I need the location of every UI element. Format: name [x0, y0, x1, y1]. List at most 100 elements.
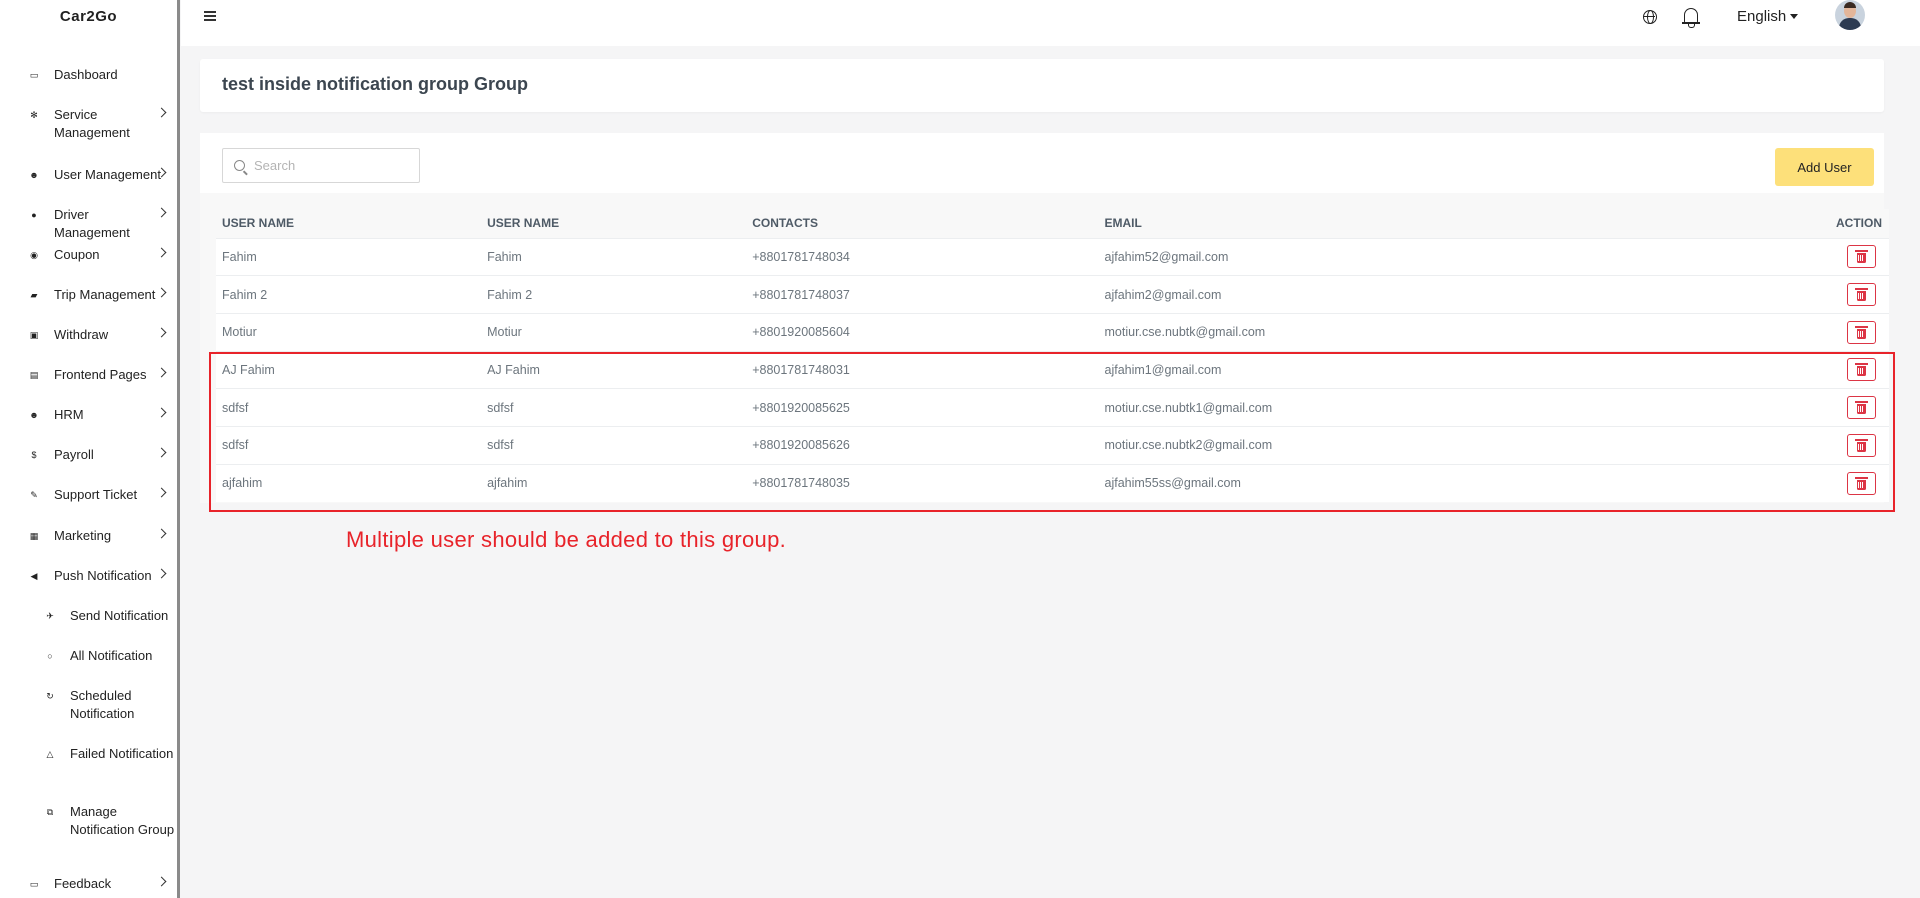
sidebar-item-coupon[interactable]: ◉ Coupon: [0, 246, 177, 264]
cell-name: Motiur: [216, 312, 482, 352]
cell-contact: +8801920085604: [746, 312, 1099, 352]
sidebar-item-user-management[interactable]: ☻ User Management: [0, 166, 177, 184]
sidebar-item-label: Manage Notification Group: [70, 804, 175, 837]
cell-email: ajfahim55ss@gmail.com: [1098, 463, 1689, 502]
sidebar-item-label: Withdraw: [54, 327, 109, 342]
delete-button[interactable]: [1847, 245, 1876, 269]
users-table: USER NAME USER NAME CONTACTS EMAIL ACTIO…: [216, 209, 1889, 502]
sidebar-item-driver-management[interactable]: ● Driver Management: [0, 206, 177, 242]
trash-icon: [1855, 438, 1868, 452]
table-row: sdfsf sdfsf +8801920085626 motiur.cse.nubtk…: [216, 425, 1889, 465]
sidebar-item-label: All Notification: [70, 648, 153, 663]
sidebar-item-withdraw[interactable]: ▣ Withdraw: [0, 326, 177, 344]
sidebar-item-label: Payroll: [54, 447, 94, 462]
column-header-username: USER NAME: [481, 209, 747, 238]
dollar-icon: $: [31, 450, 37, 460]
column-header-action: ACTION: [1688, 209, 1889, 238]
title-card: test inside notification group Group: [200, 59, 1884, 112]
bell-icon[interactable]: [1684, 8, 1698, 28]
avatar[interactable]: [1835, 0, 1865, 30]
table-header-row: USER NAME USER NAME CONTACTS EMAIL ACTIO…: [216, 209, 1889, 238]
laptop-icon: ▭: [29, 69, 39, 80]
globe-icon[interactable]: [1643, 10, 1657, 24]
column-header-name: USER NAME: [216, 209, 482, 238]
cell-email: ajfahim52@gmail.com: [1098, 237, 1689, 276]
delete-button[interactable]: [1847, 320, 1876, 344]
cell-email: ajfahim2@gmail.com: [1098, 275, 1689, 314]
sidebar-item-payroll[interactable]: $ Payroll: [0, 446, 177, 464]
cell-action: [1688, 350, 1889, 389]
delete-button[interactable]: [1847, 358, 1876, 382]
sidebar-subitem-all-notification[interactable]: ○ All Notification: [0, 647, 177, 665]
sidebar-item-service-management[interactable]: ✻ Service Management: [0, 106, 177, 142]
language-dropdown[interactable]: English: [1737, 8, 1799, 25]
sidebar-item-label: Dashboard: [54, 67, 118, 82]
search-icon: [234, 160, 245, 171]
sidebar-item-marketing[interactable]: ▦ Marketing: [0, 527, 177, 545]
delete-button[interactable]: [1847, 433, 1876, 457]
schedule-icon: ↻: [46, 690, 54, 701]
cell-name: AJ Fahim: [216, 350, 482, 389]
sidebar-item-push-notification[interactable]: ◀ Push Notification: [0, 567, 177, 585]
cell-username: sdfsf: [481, 388, 747, 427]
cell-action: [1688, 425, 1889, 465]
sidebar: Car2Go ▭ Dashboard ✻ Service Management ☻ Use…: [0, 0, 180, 898]
cell-action: [1688, 237, 1889, 276]
caret-down-icon: [1790, 14, 1799, 19]
sidebar-item-label: Scheduled Notification: [70, 688, 135, 721]
sidebar-subitem-send-notification[interactable]: ✈ Send Notification: [0, 607, 177, 625]
sidebar-item-support-ticket[interactable]: ✎ Support Ticket: [0, 486, 177, 504]
sidebar-item-hrm[interactable]: ☻ HRM: [0, 406, 177, 424]
sidebar-item-label: Frontend Pages: [54, 367, 147, 382]
cell-name: Fahim: [216, 237, 482, 276]
cell-name: Fahim 2: [216, 275, 482, 314]
cell-action: [1688, 275, 1889, 314]
grid-icon: ▦: [29, 530, 39, 541]
cell-contact: +8801920085625: [746, 388, 1099, 427]
search-box[interactable]: [222, 148, 420, 183]
trash-icon: [1855, 363, 1868, 377]
add-user-button[interactable]: Add User: [1775, 148, 1874, 186]
sidebar-item-dashboard[interactable]: ▭ Dashboard: [0, 66, 177, 84]
megaphone-icon: ◀: [30, 570, 38, 581]
sidebar-subitem-scheduled-notification[interactable]: ↻ Scheduled Notification: [0, 687, 177, 723]
table-row: ajfahim ajfahim +8801781748035 ajfahim55ss@…: [216, 463, 1889, 502]
cell-action: [1688, 312, 1889, 352]
users-card: Add User USER NAME USER NAME CONTACTS EM…: [200, 133, 1889, 503]
page-title: test inside notification group Group: [222, 74, 528, 94]
trash-icon: [1855, 476, 1868, 490]
sidebar-item-label: Driver Management: [54, 207, 130, 240]
sidebar-subitem-manage-notification-group[interactable]: ⧉ Manage Notification Group: [0, 803, 177, 839]
table-row: Fahim Fahim +8801781748034 ajfahim52@gmail.…: [216, 237, 1889, 276]
sidebar-item-label: User Management: [54, 167, 161, 182]
sidebar-item-label: Failed Notification: [70, 746, 174, 761]
cell-contact: +8801781748037: [746, 275, 1099, 314]
cell-username: Fahim: [481, 237, 747, 276]
user-icon: ●: [31, 210, 37, 220]
sidebar-item-feedback[interactable]: ▭ Feedback: [0, 875, 177, 893]
menu-toggle-icon[interactable]: [204, 11, 216, 21]
cell-contact: +8801781748035: [746, 463, 1099, 502]
sidebar-item-frontend-pages[interactable]: ▤ Frontend Pages: [0, 366, 177, 384]
cell-email: motiur.cse.nubtk2@gmail.com: [1098, 425, 1689, 465]
delete-button[interactable]: [1847, 396, 1876, 420]
cell-contact: +8801781748031: [746, 350, 1099, 389]
sidebar-subitem-failed-notification[interactable]: △ Failed Notification: [0, 745, 177, 763]
table-row: AJ Fahim AJ Fahim +8801781748031 ajfahim1@g…: [216, 350, 1889, 389]
column-header-email: EMAIL: [1098, 209, 1689, 238]
bell-icon-base: [1682, 22, 1700, 24]
search-input[interactable]: [254, 158, 414, 173]
table-row: sdfsf sdfsf +8801920085625 motiur.cse.nubtk…: [216, 388, 1889, 427]
money-icon: ▣: [29, 329, 39, 340]
delete-button[interactable]: [1847, 283, 1876, 307]
send-icon: ✈: [46, 610, 54, 621]
coupon-icon: ◉: [30, 249, 38, 260]
sidebar-item-label: Coupon: [54, 247, 100, 262]
external-icon: ⧉: [46, 806, 54, 817]
brand-logo: Car2Go: [59, 8, 118, 25]
delete-button[interactable]: [1847, 471, 1876, 495]
sidebar-item-label: Service Management: [54, 107, 130, 140]
sidebar-item-trip-management[interactable]: ▰ Trip Management: [0, 286, 177, 304]
column-header-contacts: CONTACTS: [746, 209, 1099, 238]
trash-icon: [1855, 325, 1868, 339]
